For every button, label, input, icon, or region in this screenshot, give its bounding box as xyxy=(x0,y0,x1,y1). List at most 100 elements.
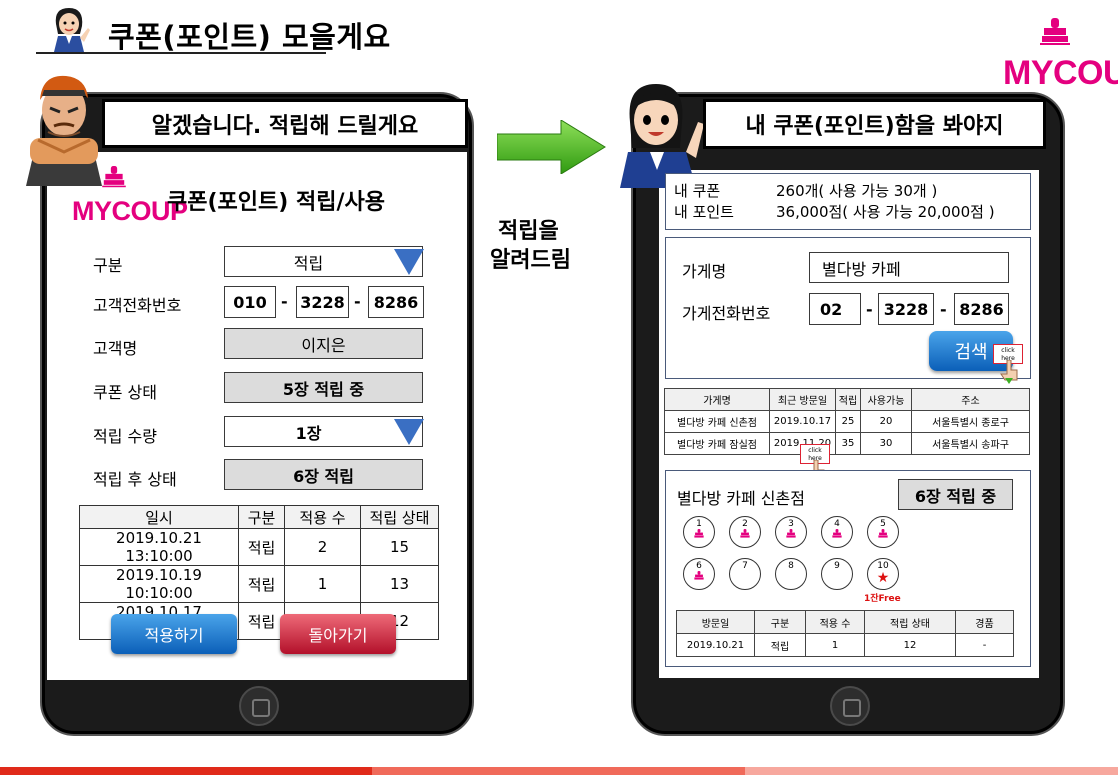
table-header-row: 방문일 구분 적용 수 적립 상태 경품 xyxy=(676,610,1014,634)
my-coupon-summary: 내 쿠폰 260개( 사용 가능 30개 ) 내 포인트 36,000점( 사용… xyxy=(665,173,1031,230)
store-name-input-value: 별다방 카페 xyxy=(822,259,901,279)
store-result-table: 가게명 최근 방문일 적립 사용가능 주소 별다방 카페 신촌점 2019.10… xyxy=(664,388,1030,455)
visit-history-table: 방문일 구분 적용 수 적립 상태 경품 2019.10.21 적립 1 12 … xyxy=(676,610,1014,657)
stamp-icon xyxy=(1040,18,1070,45)
stamp-slot: 1 xyxy=(683,516,715,548)
table-cell: 2019.10.21 xyxy=(676,633,755,657)
back-button[interactable]: 돌아가기 xyxy=(280,614,396,654)
table-cell: 12 xyxy=(864,633,956,657)
table-row: 2019.10.21 13:10:00 적립 2 15 xyxy=(79,528,439,566)
column-header: 방문일 xyxy=(676,610,755,634)
table-row[interactable]: 별다방 카페 신촌점 2019.10.17 25 20 서울특별시 종로구 xyxy=(664,410,1030,433)
coupon-count-value: 260개( 사용 가능 30개 ) xyxy=(776,182,938,200)
table-cell: 30 xyxy=(860,432,912,455)
form-title: 쿠폰(포인트) 적립/사용 xyxy=(167,190,385,215)
apply-button[interactable]: 적용하기 xyxy=(111,614,237,654)
phone-part-3-input[interactable]: 8286 xyxy=(368,286,424,318)
column-header: 적립 상태 xyxy=(360,505,439,529)
table-row[interactable]: 별다방 카페 잠실점 2019.11.20 35 30 서울특별시 송파구 xyxy=(664,432,1030,455)
column-header: 적립 xyxy=(835,388,861,411)
customer-name-field: 이지은 xyxy=(224,328,423,359)
home-button[interactable] xyxy=(830,686,870,726)
store-phone-part-2-input[interactable]: 3228 xyxy=(878,293,934,325)
stamp-slot: 6 xyxy=(683,558,715,590)
table-header-row: 일시 구분 적용 수 적립 상태 xyxy=(79,505,439,529)
coupon-status-field: 5장 적립 중 xyxy=(224,372,423,403)
customer-phone-label: 고객전화번호 xyxy=(93,296,182,315)
store-phone-label: 가게전화번호 xyxy=(682,304,771,323)
customer-name-label: 고객명 xyxy=(93,339,138,358)
column-header: 일시 xyxy=(79,505,239,529)
amount-dropdown-icon[interactable] xyxy=(394,419,424,445)
footer-bar-1 xyxy=(0,767,372,775)
page-title: 쿠폰(포인트) 모을게요 xyxy=(108,20,391,54)
stamp-slot: 5 xyxy=(867,516,899,548)
title-underline xyxy=(36,52,326,54)
home-button[interactable] xyxy=(239,686,279,726)
table-row: 2019.10.21 적립 1 12 - xyxy=(676,633,1014,657)
column-header: 적용 수 xyxy=(805,610,865,634)
table-cell: 20 xyxy=(860,410,912,433)
stamp-slot: 9 xyxy=(821,558,853,590)
stamp-slot: 2 xyxy=(729,516,761,548)
detail-status-badge: 6장 적립 중 xyxy=(898,479,1013,510)
phone-part-1-input[interactable]: 010 xyxy=(224,286,276,318)
left-speech-bubble: 알겠습니다. 적립해 드릴게요 xyxy=(102,99,468,148)
store-name-input[interactable]: 별다방 카페 xyxy=(809,252,1009,283)
table-cell: 서울특별시 송파구 xyxy=(911,432,1030,455)
table-cell: 1 xyxy=(805,633,865,657)
stamp-number: 8 xyxy=(788,561,794,571)
stamp-slot: 3 xyxy=(775,516,807,548)
amount-label: 적립 수량 xyxy=(93,427,157,446)
stamp-icon xyxy=(786,529,796,538)
table-cell: 2019.10.19 10:10:00 xyxy=(79,565,239,603)
stamp-number: 7 xyxy=(742,561,748,571)
table-cell: 25 xyxy=(835,410,861,433)
column-header: 가게명 xyxy=(664,388,770,411)
coupon-status-label: 쿠폰 상태 xyxy=(93,383,157,402)
category-select-value: 적립 xyxy=(293,253,324,273)
point-value: 36,000점( 사용 가능 20,000점 ) xyxy=(776,203,995,221)
woman-character xyxy=(610,78,710,188)
point-label: 내 포인트 xyxy=(674,203,734,221)
column-header: 구분 xyxy=(754,610,806,634)
arrow-caption-line1: 적립을 xyxy=(498,219,559,244)
arrow-caption-line2: 알려드림 xyxy=(490,248,571,273)
after-status-field: 6장 적립 xyxy=(224,459,423,490)
phone-part-2-input[interactable]: 3228 xyxy=(296,286,349,318)
column-header: 사용가능 xyxy=(860,388,912,411)
stamp-icon xyxy=(694,571,704,580)
stamp-number: 9 xyxy=(834,561,840,571)
phone-separator: - xyxy=(866,300,873,319)
table-cell: 2019.10.17 xyxy=(769,410,836,433)
store-phone-part-3-input[interactable]: 8286 xyxy=(954,293,1009,325)
category-label: 구분 xyxy=(93,256,123,275)
column-header: 적용 수 xyxy=(284,505,361,529)
pointer-hand-icon xyxy=(1000,360,1018,384)
stamp-slot: 10 ★ xyxy=(867,558,899,590)
phone-separator: - xyxy=(281,292,288,311)
star-icon: ★ xyxy=(876,570,890,586)
stamp-icon xyxy=(694,529,704,538)
phone-separator: - xyxy=(354,292,361,311)
stamp-slot: 4 xyxy=(821,516,853,548)
footer-bar-3 xyxy=(745,767,1118,775)
table-cell: 별다방 카페 신촌점 xyxy=(664,410,770,433)
category-dropdown-icon[interactable] xyxy=(394,249,424,275)
table-cell: 2 xyxy=(284,528,361,566)
stamp-slot: 8 xyxy=(775,558,807,590)
store-phone-part-1-input[interactable]: 02 xyxy=(809,293,861,325)
click-here-icon: click here xyxy=(993,344,1023,384)
table-cell: 별다방 카페 잠실점 xyxy=(664,432,770,455)
table-cell: 적립 xyxy=(238,565,285,603)
reward-label: 1잔Free xyxy=(864,594,901,604)
table-cell: 적립 xyxy=(238,528,285,566)
store-name-label: 가게명 xyxy=(682,262,727,281)
right-speech-bubble: 내 쿠폰(포인트)함을 봐야지 xyxy=(703,99,1046,149)
table-cell: 35 xyxy=(835,432,861,455)
column-header: 구분 xyxy=(238,505,285,529)
detail-store-name: 별다방 카페 신촌점 xyxy=(677,489,805,508)
table-cell: 서울특별시 종로구 xyxy=(911,410,1030,433)
stamp-icon xyxy=(878,529,888,538)
stamp-icon xyxy=(740,529,750,538)
